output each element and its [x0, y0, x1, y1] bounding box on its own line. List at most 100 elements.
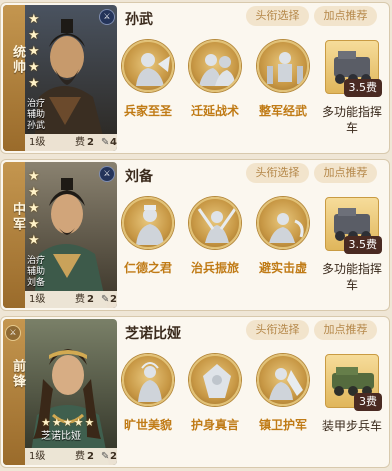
- skill-orb-icon: [122, 354, 174, 406]
- equipment-cost: 3.5费: [343, 79, 382, 97]
- feather-icon: ✎: [101, 294, 110, 305]
- skill-name: 仁德之君: [123, 261, 172, 275]
- role-tags: 治疗 辅助 刘备: [27, 256, 45, 289]
- troop-type-icon: ⚔: [99, 166, 115, 182]
- role-tag: 治疗: [27, 99, 46, 109]
- skill-name: 迁延战术: [190, 104, 239, 118]
- level-text: 1级: [29, 294, 46, 305]
- portrait-name: 孙武: [27, 121, 46, 131]
- cost-text: 费2: [75, 451, 94, 462]
- role-tag: 治疗: [27, 256, 46, 266]
- feather-icon: ✎: [101, 137, 110, 148]
- equipment-slot[interactable]: 3.5费 多功能指挥车: [319, 40, 385, 136]
- equipment-name: 多功能指挥车: [321, 262, 382, 292]
- skill-2[interactable]: 护身真言: [185, 354, 245, 433]
- skill-orb-icon: [122, 40, 174, 92]
- equipment-slot[interactable]: 3费 装甲步兵车: [319, 354, 385, 434]
- skill-name: 旷世美貌: [123, 418, 172, 432]
- general-card-liubei: 中军 ★ ★ ★ ★ ★ 治疗 辅助 刘备 ⚔ 1级 费2 ✎ 2 刘备 头衔选…: [0, 159, 390, 311]
- level-bar: 1级 费2 ✎ 2: [25, 448, 117, 465]
- role-tags: 治疗 辅助 孙武: [27, 99, 45, 132]
- position-label: 中军: [10, 202, 25, 232]
- portrait-name: 刘备: [27, 278, 46, 288]
- title-select-button[interactable]: 头衔选择: [246, 320, 309, 340]
- general-card-sunwu: 统帅 ★ ★ ★ ★ ★ 治疗 辅助 孙武 ⚔ 1级 费2 ✎ 4 孙武 头衔选…: [0, 2, 390, 154]
- vehicle-icon: 3.5费: [325, 40, 382, 97]
- general-name: 刘备: [125, 169, 153, 185]
- star-icon: ★: [28, 44, 40, 59]
- troop-type-icon: ⚔: [99, 9, 115, 25]
- equipment-name: 装甲步兵车: [321, 419, 382, 433]
- equipment-slot[interactable]: 3.5费 多功能指挥车: [319, 197, 385, 293]
- skill-name: 避实击虚: [258, 261, 307, 275]
- star-icon: ★: [41, 416, 51, 429]
- skill-orb-icon: [257, 197, 309, 249]
- feather-icon: ✎: [101, 451, 110, 462]
- star-icon: ★: [28, 60, 40, 75]
- star-icon: ★: [73, 416, 84, 429]
- position-label: 统帅: [10, 45, 25, 75]
- star-icon: ★: [28, 28, 40, 43]
- equipment-cost: 3费: [354, 393, 382, 411]
- point-recommend-button[interactable]: 加点推荐: [314, 320, 377, 340]
- equipment-name: 多功能指挥车: [321, 105, 382, 135]
- position-strip: [3, 5, 25, 151]
- vehicle-icon: 3.5费: [325, 197, 382, 254]
- feather-count: 2: [110, 294, 117, 305]
- skill-orb-icon: [257, 354, 309, 406]
- skill-3[interactable]: 避实击虚: [253, 197, 313, 276]
- skill-2[interactable]: 治兵振旅: [185, 197, 245, 276]
- role-tags: 芝诺比娅: [41, 431, 81, 442]
- skill-3[interactable]: 整军经武: [253, 40, 313, 119]
- skill-2[interactable]: 迁延战术: [185, 40, 245, 119]
- feather-count: 2: [110, 451, 117, 462]
- star-rating: ★ ★ ★ ★ ★: [41, 417, 94, 429]
- general-portrait[interactable]: 前锋 ⚔ ★ ★ ★ ★ ★ 芝诺比娅 1级 费2 ✎ 2: [3, 319, 117, 465]
- role-tag: 辅助: [27, 110, 46, 120]
- skill-1[interactable]: 兵家至圣: [118, 40, 178, 119]
- general-name: 孙武: [125, 12, 153, 28]
- role-tag: 辅助: [27, 267, 46, 277]
- cost-text: 费2: [75, 294, 94, 305]
- star-icon: ★: [28, 201, 40, 216]
- point-recommend-button[interactable]: 加点推荐: [314, 6, 377, 26]
- equipment-cost: 3.5费: [343, 236, 382, 254]
- skill-orb-icon: [122, 197, 174, 249]
- level-text: 1级: [29, 137, 46, 148]
- skill-name: 治兵振旅: [190, 261, 239, 275]
- star-icon: ★: [28, 217, 40, 232]
- general-portrait[interactable]: 统帅 ★ ★ ★ ★ ★ 治疗 辅助 孙武 ⚔ 1级 费2 ✎ 4: [3, 5, 117, 151]
- skill-1[interactable]: 旷世美貌: [118, 354, 178, 433]
- star-rating: ★ ★ ★ ★ ★: [28, 170, 42, 248]
- feather-count: 4: [110, 137, 117, 148]
- skill-1[interactable]: 仁德之君: [118, 197, 178, 276]
- point-recommend-button[interactable]: 加点推荐: [314, 163, 377, 183]
- troop-type-icon: ⚔: [5, 325, 21, 341]
- skill-name: 整军经武: [258, 104, 307, 118]
- level-bar: 1级 费2 ✎ 4: [25, 134, 117, 151]
- star-icon: ★: [28, 233, 40, 248]
- level-bar: 1级 费2 ✎ 2: [25, 291, 117, 308]
- skill-name: 镇卫护军: [258, 418, 307, 432]
- cost-text: 费2: [75, 137, 94, 148]
- star-icon: ★: [51, 416, 62, 429]
- level-text: 1级: [29, 451, 46, 462]
- general-card-zenobia: 前锋 ⚔ ★ ★ ★ ★ ★ 芝诺比娅 1级 费2 ✎ 2 芝诺比娅 头衔选择 …: [0, 316, 390, 468]
- star-icon: ★: [28, 12, 40, 27]
- star-rating: ★ ★ ★ ★ ★: [28, 13, 42, 91]
- star-icon: ★: [62, 416, 73, 429]
- star-icon: ★: [28, 76, 40, 91]
- portrait-name: 芝诺比娅: [41, 431, 81, 442]
- title-select-button[interactable]: 头衔选择: [246, 163, 309, 183]
- position-strip: [3, 162, 25, 308]
- skill-name: 兵家至圣: [123, 104, 172, 118]
- position-label: 前锋: [10, 359, 25, 389]
- skill-orb-icon: [189, 40, 241, 92]
- general-portrait[interactable]: 中军 ★ ★ ★ ★ ★ 治疗 辅助 刘备 ⚔ 1级 费2 ✎ 2: [3, 162, 117, 308]
- title-select-button[interactable]: 头衔选择: [246, 6, 309, 26]
- star-icon: ★: [28, 169, 40, 184]
- skill-orb-icon: [257, 40, 309, 92]
- star-icon: ★: [28, 185, 40, 200]
- skill-orb-icon: [189, 197, 241, 249]
- skill-3[interactable]: 镇卫护军: [253, 354, 313, 433]
